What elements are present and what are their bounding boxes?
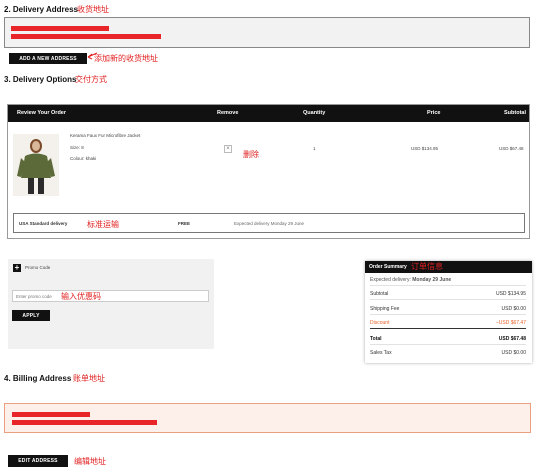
apply-button[interactable]: APPLY [12,310,50,321]
delivery-options-note: 交付方式 [75,75,107,84]
shipping-method: USA Standard delivery [19,221,68,226]
shipping-expected: Expected delivery Monday 29 June [234,221,305,226]
delivery-address-box[interactable] [4,17,530,48]
summary-label: Subtotal [370,290,389,297]
summary-label: Shipping Fee [370,305,400,312]
summary-row-shipping: Shipping Fee USD $0.00 [370,303,526,315]
billing-address-note: 账单地址 [73,374,105,383]
product-image[interactable] [13,134,59,196]
summary-row-sales-tax: Sales Tax USD $0.00 [370,347,526,359]
billing-address-title: 4. Billing Address [4,374,72,383]
shipping-cost: FREE [178,221,191,226]
summary-value: USD $0.00 [501,350,526,356]
item-quantity: 1 [313,146,316,151]
plus-icon[interactable]: + [13,264,21,272]
delivery-options-title: 3. Delivery Options [4,75,77,84]
delivery-address-title: 2. Delivery Address [4,5,78,14]
price-column-header: Price [427,110,441,116]
redacted-address-line [12,412,90,417]
add-address-note: 添加新的收货地址 [94,54,158,63]
redacted-address-line [11,26,109,31]
promo-panel: + Promo Code 输入优惠码 APPLY [8,259,214,349]
summary-label: Total [370,335,382,342]
add-new-address-button[interactable]: ADD A NEW ADDRESS [9,53,87,64]
order-summary-title: Order Summary [369,264,407,270]
summary-row-subtotal: Subtotal USD $134.95 [370,288,526,300]
product-size: Size: 8 [70,145,84,150]
order-summary-header: Order Summary 订单信息 [365,261,532,273]
summary-row-discount: Discount −USD $67.47 [370,317,526,329]
summary-row-total: Total USD $67.48 [370,333,526,345]
summary-value: USD $0.00 [501,305,526,312]
order-summary-note: 订单信息 [411,262,443,271]
summary-value: USD $67.48 [498,335,526,342]
shipping-note: 标准运输 [87,220,119,229]
promo-note: 输入优惠码 [61,292,101,301]
review-order-panel: Review Your Order Remove Quantity Price … [7,104,530,239]
review-order-title: Review Your Order [17,110,67,116]
review-order-header: Review Your Order Remove Quantity Price … [8,105,529,122]
summary-value: −USD $67.47 [495,319,526,326]
edit-address-button[interactable]: EDIT ADDRESS [8,455,68,467]
promo-label[interactable]: Promo Code [25,265,50,270]
expected-delivery-value: Monday 29 June [412,277,452,283]
item-subtotal: USD $67.48 [499,146,524,151]
product-name[interactable]: Kerama Faux Fur Microfibre Jacket [70,133,140,138]
expected-delivery-label: Expected delivery: [370,277,411,283]
item-price: USD $134.95 [411,146,439,151]
subtotal-column-header: Subtotal [504,110,526,116]
redacted-address-line [11,34,161,39]
product-colour: Colour: khaki [70,156,97,161]
delivery-address-note: 收货地址 [77,5,109,14]
order-summary-panel: Order Summary 订单信息 Expected delivery: Mo… [365,261,532,363]
expected-delivery: Expected delivery: Monday 29 June [370,277,451,283]
summary-value: USD $134.95 [495,290,526,297]
billing-address-box[interactable] [4,403,531,433]
quantity-column-header: Quantity [303,110,326,116]
redacted-address-line [12,420,157,425]
promo-code-input[interactable] [12,290,209,302]
remove-icon[interactable]: × [224,145,232,153]
shipping-option-row[interactable]: USA Standard delivery 标准运输 FREE Expected… [13,213,525,233]
edit-address-note: 编辑地址 [74,457,106,466]
summary-label: Sales Tax [370,350,392,356]
divider [370,285,526,286]
summary-label: Discount [370,319,390,326]
remove-note: 删除 [243,150,259,159]
remove-column-header: Remove [217,110,239,116]
